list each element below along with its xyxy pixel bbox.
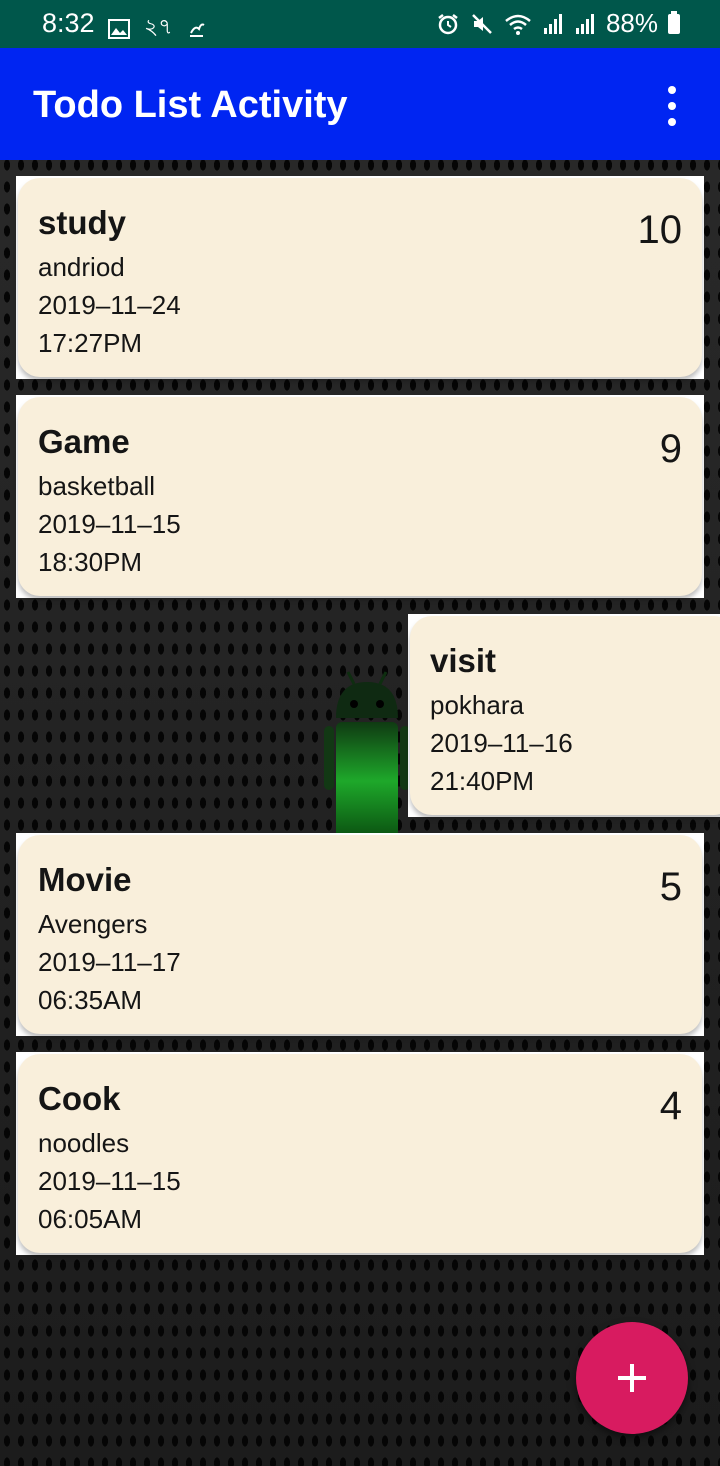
todo-date: 2019–11–15 [38, 1166, 181, 1196]
todo-title: study [38, 204, 127, 241]
todo-card[interactable]: Movie Avengers 2019–11–17 06:35AM 5 [16, 833, 704, 1036]
status-right-icons: 88% [436, 8, 680, 39]
todo-title: Game [38, 423, 130, 460]
todo-time: 06:35AM [38, 985, 143, 1015]
todo-time: 21:40PM [430, 766, 535, 796]
alarm-icon [438, 13, 458, 34]
todo-date: 2019–11–24 [38, 290, 181, 320]
todo-priority: 4 [659, 1084, 682, 1128]
plus-icon [630, 1364, 634, 1392]
todo-description: pokhara [430, 690, 524, 720]
todo-description: noodles [38, 1128, 130, 1158]
android-mascot-image [324, 671, 410, 840]
notification-text-icon: ২৭ [144, 14, 173, 39]
todo-card-body: Cook noodles 2019–11–15 06:05AM 4 [18, 1054, 702, 1253]
status-bar: 8:32 ২৭ 88% [0, 0, 720, 48]
todo-priority: 5 [659, 865, 682, 909]
todo-description: Avengers [38, 909, 148, 939]
overflow-menu-icon[interactable] [662, 86, 682, 126]
battery-icon [668, 10, 680, 34]
todo-card-body: Game basketball 2019–11–15 18:30PM 9 [18, 397, 702, 596]
todo-card-body: visit pokhara 2019–11–16 21:40PM [410, 616, 720, 815]
todo-title: Movie [38, 861, 132, 898]
todo-card-body: study andriod 2019–11–24 17:27PM 10 [18, 178, 702, 377]
todo-date: 2019–11–17 [38, 947, 181, 977]
todo-date: 2019–11–15 [38, 509, 181, 539]
app-title: Todo List Activity [33, 84, 348, 126]
todo-title: Cook [38, 1080, 121, 1117]
battery-percent: 88% [605, 8, 658, 38]
status-time: 8:32 [42, 8, 95, 38]
todo-list-screen: 8:32 ২৭ 88% Todo List Activity study and… [0, 0, 720, 1466]
signal-icon [543, 13, 562, 34]
todo-description: basketball [38, 471, 156, 501]
todo-time: 17:27PM [38, 328, 143, 358]
todo-date: 2019–11–16 [430, 728, 573, 758]
image-icon [108, 18, 130, 39]
todo-card-body: Movie Avengers 2019–11–17 06:35AM 5 [18, 835, 702, 1034]
notification-app-icon [189, 23, 205, 37]
wifi-icon [505, 14, 531, 35]
add-todo-button[interactable] [576, 1322, 688, 1434]
todo-card[interactable]: Game basketball 2019–11–15 18:30PM 9 [16, 395, 704, 598]
signal-icon [575, 13, 594, 34]
todo-card[interactable]: visit pokhara 2019–11–16 21:40PM [408, 614, 720, 817]
todo-time: 18:30PM [38, 547, 143, 577]
mute-icon [472, 13, 492, 34]
todo-card[interactable]: Cook noodles 2019–11–15 06:05AM 4 [16, 1052, 704, 1255]
app-bar: Todo List Activity [0, 48, 720, 160]
todo-title: visit [430, 642, 497, 679]
todo-description: andriod [38, 252, 125, 282]
status-left-icons: ২৭ [108, 10, 207, 47]
todo-time: 06:05AM [38, 1204, 143, 1234]
todo-card[interactable]: study andriod 2019–11–24 17:27PM 10 [16, 176, 704, 379]
todo-priority: 10 [637, 208, 683, 252]
todo-priority: 9 [659, 427, 682, 471]
